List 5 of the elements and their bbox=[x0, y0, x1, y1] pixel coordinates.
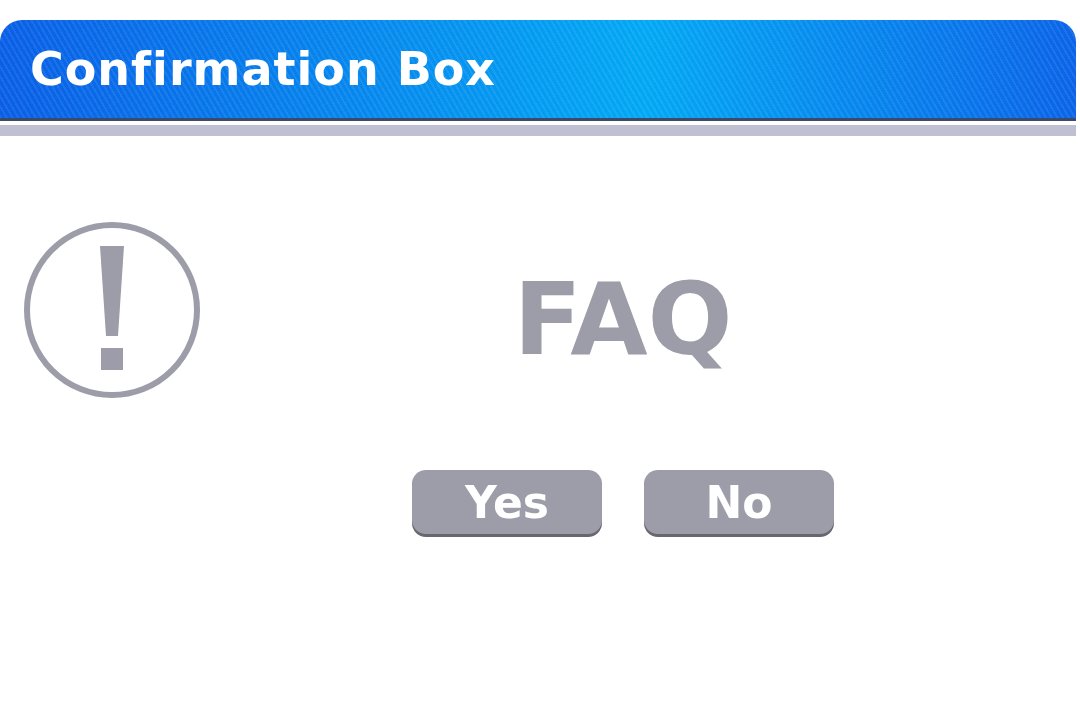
dialog-button[interactable]: No bbox=[644, 470, 834, 534]
warning-icon bbox=[22, 220, 202, 400]
dialog-button[interactable]: Yes bbox=[412, 470, 602, 534]
message-text: FAQ bbox=[513, 270, 733, 370]
window-title: Confirmation Box bbox=[30, 42, 496, 96]
